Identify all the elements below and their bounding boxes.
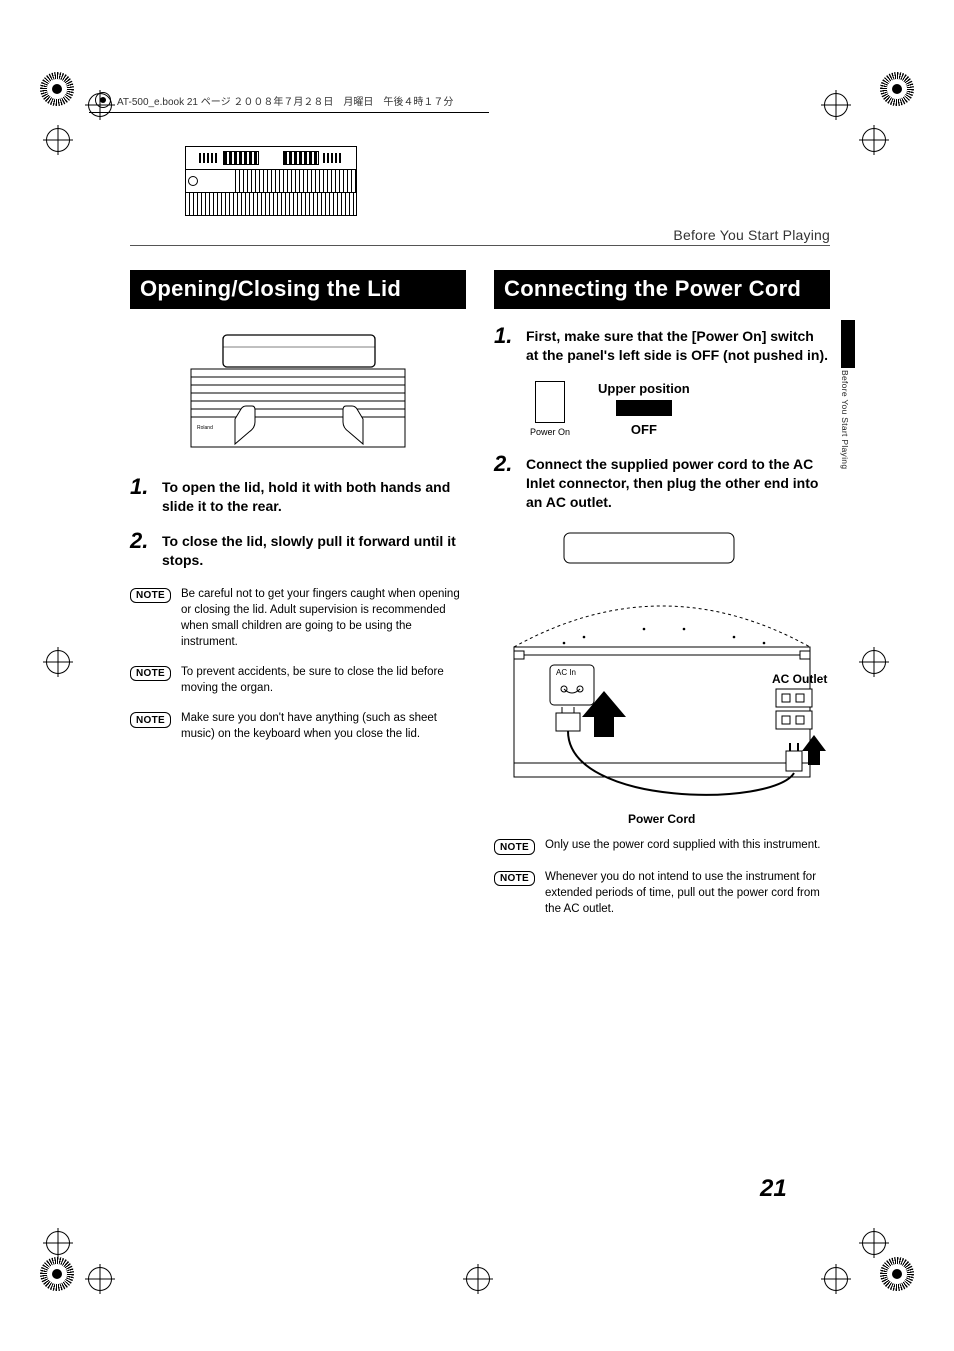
crosshair-icon xyxy=(46,128,70,152)
crosshair-icon xyxy=(862,650,886,674)
framemaker-text: AT-500_e.book 21 ページ ２００８年７月２８日 月曜日 午後４時… xyxy=(117,93,453,108)
registration-mark-top-right xyxy=(880,72,914,106)
note-text: Make sure you don't have anything (such … xyxy=(181,710,466,742)
crosshair-icon xyxy=(862,1231,886,1255)
upper-position-label: Upper position xyxy=(598,381,690,396)
note-badge: NOTE xyxy=(494,871,535,887)
content-area: Before You Start Playing Before You Star… xyxy=(130,140,830,931)
note-text: Be careful not to get your fingers caugh… xyxy=(181,586,466,650)
power-on-caption: Power On xyxy=(530,427,570,437)
power-cord-label: Power Cord xyxy=(628,812,695,826)
page-header: Before You Start Playing xyxy=(130,140,830,246)
note-text: Whenever you do not intend to use the in… xyxy=(545,869,830,917)
switch-outline-icon xyxy=(535,381,565,423)
lid-steps: To open the lid, hold it with both hands… xyxy=(130,478,466,570)
registration-mark-bottom-right xyxy=(880,1257,914,1291)
note-row: NOTE Whenever you do not intend to use t… xyxy=(494,869,830,917)
crosshair-icon xyxy=(862,128,886,152)
crosshair-icon xyxy=(46,650,70,674)
note-row: NOTE To prevent accidents, be sure to cl… xyxy=(130,664,466,696)
running-header: Before You Start Playing xyxy=(673,227,830,243)
registration-mark-top-left xyxy=(40,72,74,106)
note-row: NOTE Be careful not to get your fingers … xyxy=(130,586,466,650)
crosshair-icon xyxy=(824,1267,848,1291)
section-heading-power: Connecting the Power Cord xyxy=(494,270,830,309)
note-row: NOTE Only use the power cord supplied wi… xyxy=(494,837,830,855)
svg-text:Roland: Roland xyxy=(197,425,213,431)
note-text: To prevent accidents, be sure to close t… xyxy=(181,664,466,696)
note-badge: NOTE xyxy=(130,712,171,728)
note-row: NOTE Make sure you don't have anything (… xyxy=(130,710,466,742)
lid-illustration: Roland xyxy=(183,327,413,462)
note-badge: NOTE xyxy=(130,588,171,604)
crosshair-icon xyxy=(46,1231,70,1255)
ac-outlet-label: AC Outlet xyxy=(772,672,827,686)
power-switch-diagram: Power On Upper position OFF xyxy=(530,381,830,437)
note-badge: NOTE xyxy=(494,839,535,855)
chapter-tab xyxy=(841,320,855,368)
ac-in-label: AC In xyxy=(556,668,576,677)
left-column: Opening/Closing the Lid Roland xyxy=(130,270,466,931)
bullet-icon xyxy=(95,92,111,108)
step-item: To close the lid, slowly pull it forward… xyxy=(130,532,466,570)
note-text: Only use the power cord supplied with th… xyxy=(545,837,821,853)
manual-page: AT-500_e.book 21 ページ ２００８年７月２８日 月曜日 午後４時… xyxy=(0,0,954,1351)
note-badge: NOTE xyxy=(130,666,171,682)
right-column: Connecting the Power Cord First, make su… xyxy=(494,270,830,931)
framemaker-header: AT-500_e.book 21 ページ ２００８年７月２８日 月曜日 午後４時… xyxy=(95,92,453,108)
step-item: To open the lid, hold it with both hands… xyxy=(130,478,466,516)
crosshair-icon xyxy=(466,1267,490,1291)
side-chapter-label: Before You Start Playing xyxy=(840,370,850,469)
registration-mark-bottom-left xyxy=(40,1257,74,1291)
crosshair-icon xyxy=(88,1267,112,1291)
step-item: First, make sure that the [Power On] swi… xyxy=(494,327,830,365)
page-number: 21 xyxy=(760,1175,787,1203)
off-label: OFF xyxy=(598,422,690,437)
section-heading-lid: Opening/Closing the Lid xyxy=(130,270,466,309)
power-steps-1: First, make sure that the [Power On] swi… xyxy=(494,327,830,365)
crosshair-icon xyxy=(824,93,848,117)
keyboard-illustration xyxy=(185,146,357,216)
power-steps-2: Connect the supplied power cord to the A… xyxy=(494,455,830,512)
switch-position-indicator xyxy=(616,400,672,416)
step-item: Connect the supplied power cord to the A… xyxy=(494,455,830,512)
power-connection-illustration: AC In xyxy=(494,527,830,827)
